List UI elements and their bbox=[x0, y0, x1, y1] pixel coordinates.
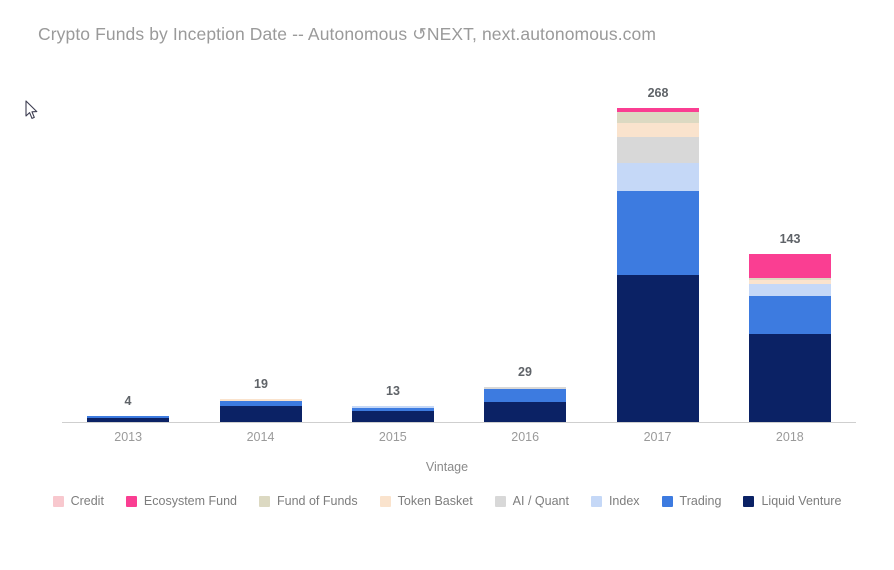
legend-item-index[interactable]: Index bbox=[590, 494, 640, 508]
legend-swatch-icon bbox=[52, 495, 64, 507]
legend-label: Token Basket bbox=[397, 494, 473, 508]
bar-segment-index[interactable] bbox=[617, 162, 699, 191]
chart-container: Crypto Funds by Inception Date -- Autono… bbox=[0, 0, 894, 570]
chart-legend: Credit Ecosystem Fund Fund of Funds Token B… bbox=[0, 494, 894, 508]
legend-item-liquid-venture[interactable]: Liquid Venture bbox=[743, 494, 841, 508]
plot-area: 4 19 13 29 268 143 bbox=[62, 70, 856, 422]
legend-label: Credit bbox=[70, 494, 104, 508]
bar-total-label-2014: 19 bbox=[254, 376, 268, 391]
legend-swatch-icon bbox=[379, 495, 391, 507]
x-tick-2014: 2014 bbox=[246, 430, 275, 444]
legend-label: AI / Quant bbox=[512, 494, 569, 508]
legend-swatch-icon bbox=[743, 495, 755, 507]
x-axis-title: Vintage bbox=[425, 460, 469, 474]
bar-stack[interactable] bbox=[352, 405, 434, 422]
bar-total-label-2018: 143 bbox=[779, 232, 801, 247]
legend-item-fund-of-funds[interactable]: Fund of Funds bbox=[259, 494, 358, 508]
chart-title: Crypto Funds by Inception Date -- Autono… bbox=[38, 24, 657, 44]
bar-total-label-2013: 4 bbox=[124, 394, 132, 409]
bar-total-label-2015: 13 bbox=[386, 383, 400, 398]
legend-item-ai-quant[interactable]: AI / Quant bbox=[494, 494, 569, 508]
legend-swatch-icon bbox=[661, 495, 673, 507]
bar-segment-index[interactable] bbox=[749, 283, 831, 297]
legend-item-token-basket[interactable]: Token Basket bbox=[379, 494, 473, 508]
bar-stack[interactable] bbox=[749, 254, 831, 422]
x-tick-2013: 2013 bbox=[114, 430, 143, 444]
bar-total-label-2017: 268 bbox=[647, 85, 669, 100]
legend-item-credit[interactable]: Credit bbox=[52, 494, 104, 508]
x-tick-2016: 2016 bbox=[511, 430, 540, 444]
bar-segment-ecosystem-fund[interactable] bbox=[749, 254, 831, 278]
legend-label: Ecosystem Fund bbox=[143, 494, 238, 508]
bar-segment-liquid-venture[interactable] bbox=[352, 411, 434, 422]
legend-swatch-icon bbox=[259, 495, 271, 507]
x-tick-2015: 2015 bbox=[378, 430, 407, 444]
bar-segment-trading[interactable] bbox=[749, 296, 831, 334]
legend-label: Liquid Venture bbox=[761, 494, 842, 508]
legend-item-ecosystem-fund[interactable]: Ecosystem Fund bbox=[125, 494, 238, 508]
bar-segment-trading[interactable] bbox=[484, 389, 566, 403]
legend-label: Trading bbox=[679, 494, 722, 508]
x-axis-line bbox=[62, 422, 856, 423]
bar-segment-token-basket[interactable] bbox=[617, 122, 699, 137]
bar-stack[interactable] bbox=[617, 107, 699, 422]
legend-swatch-icon bbox=[590, 495, 602, 507]
bar-segment-fund-of-funds[interactable] bbox=[617, 112, 699, 123]
legend-item-trading[interactable]: Trading bbox=[661, 494, 722, 508]
bar-stack[interactable] bbox=[220, 398, 302, 422]
legend-swatch-icon bbox=[494, 495, 506, 507]
legend-label: Fund of Funds bbox=[277, 494, 358, 508]
bar-segment-trading[interactable] bbox=[617, 190, 699, 276]
bar-segment-liquid-venture[interactable] bbox=[220, 405, 302, 422]
x-tick-2017: 2017 bbox=[643, 430, 672, 444]
bar-segment-ai-quant[interactable] bbox=[617, 136, 699, 163]
bar-stack[interactable] bbox=[484, 387, 566, 422]
legend-label: Index bbox=[608, 494, 640, 508]
legend-swatch-icon bbox=[125, 495, 137, 507]
mouse-cursor-icon bbox=[25, 100, 38, 119]
x-tick-2018: 2018 bbox=[775, 430, 804, 444]
bar-segment-liquid-venture[interactable] bbox=[484, 402, 566, 422]
bar-total-label-2016: 29 bbox=[518, 365, 532, 380]
bar-segment-liquid-venture[interactable] bbox=[749, 334, 831, 422]
bar-segment-liquid-venture[interactable] bbox=[617, 275, 699, 422]
